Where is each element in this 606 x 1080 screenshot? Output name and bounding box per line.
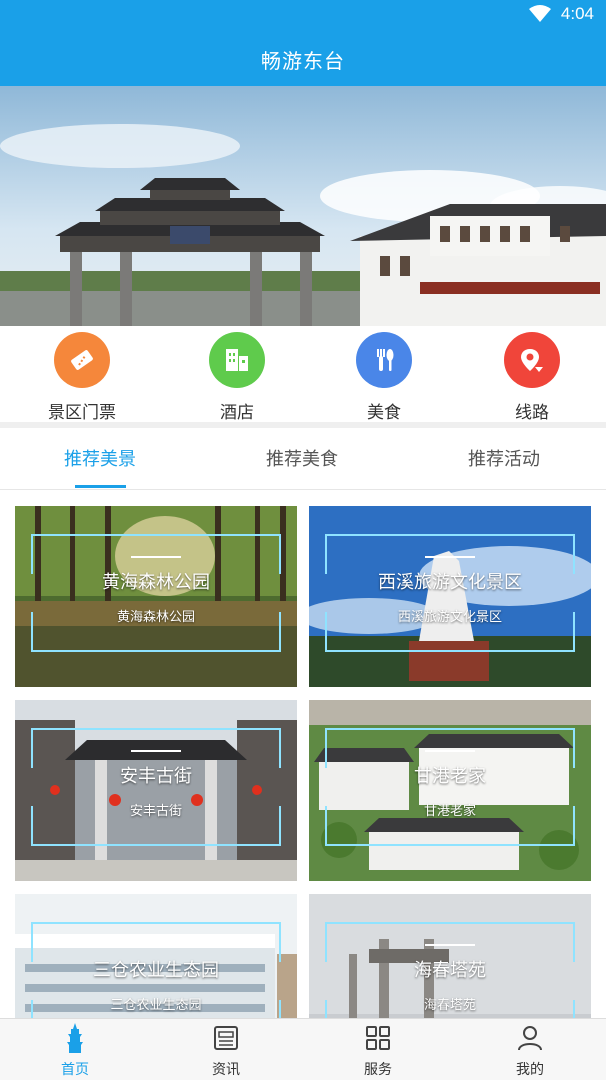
card-subtitle: 甘港老家	[423, 804, 476, 819]
route-pin-icon	[504, 332, 560, 388]
quick-item-label: 酒店	[220, 403, 254, 423]
card-subtitle: 西溪旅游文化景区	[397, 610, 502, 625]
fork-spoon-icon	[356, 332, 412, 388]
tab-scenery[interactable]: 推荐美景	[30, 445, 170, 471]
nav-label: 服务	[364, 1062, 392, 1078]
nav-profile[interactable]: 我的	[480, 1023, 580, 1079]
building-icon	[209, 332, 265, 388]
scenery-card[interactable]: 甘港老家 甘港老家	[309, 700, 591, 881]
tab-active-indicator	[75, 485, 126, 488]
card-title: 黄海森林公园	[102, 572, 210, 593]
page-title: 畅游东台	[261, 48, 345, 73]
wifi-icon	[528, 5, 551, 22]
card-subtitle: 海春塔苑	[423, 998, 476, 1013]
pagoda-icon	[25, 1023, 125, 1053]
news-icon	[176, 1023, 276, 1053]
nav-news[interactable]: 资讯	[176, 1023, 276, 1079]
quick-item-label: 美食	[367, 403, 401, 423]
ticket-icon	[54, 332, 110, 388]
card-subtitle: 安丰古街	[129, 804, 182, 819]
app-title-bar: 畅游东台	[0, 32, 606, 86]
card-subtitle: 三仓农业生态园	[110, 998, 202, 1013]
nav-label: 我的	[516, 1062, 544, 1078]
status-time: 4:04	[560, 4, 594, 23]
card-title-line	[425, 944, 475, 946]
grid-icon	[328, 1023, 428, 1053]
card-title-line	[131, 750, 181, 752]
scenery-card[interactable]: 海春塔苑 海春塔苑	[309, 894, 591, 1018]
bottom-nav: 首页 资讯 服务 我的	[0, 1018, 606, 1080]
quick-menu: 景区门票 酒店 美食 线路	[0, 326, 606, 423]
card-title-line	[131, 944, 181, 946]
banner-image	[0, 86, 606, 326]
quick-item-food[interactable]: 美食	[324, 332, 444, 423]
quick-item-label: 景区门票	[48, 403, 116, 423]
tab-food[interactable]: 推荐美食	[232, 445, 372, 471]
scenery-card[interactable]: 西溪旅游文化景区 西溪旅游文化景区	[309, 506, 591, 687]
status-bar: 4:04	[0, 0, 606, 32]
card-title-line	[425, 750, 475, 752]
scenery-card[interactable]: 三仓农业生态园 三仓农业生态园	[15, 894, 297, 1018]
card-subtitle: 黄海森林公园	[116, 610, 195, 625]
nav-services[interactable]: 服务	[328, 1023, 428, 1079]
tab-activities[interactable]: 推荐活动	[434, 445, 574, 471]
card-title: 甘港老家	[414, 766, 486, 787]
user-icon	[480, 1023, 580, 1053]
card-title-line	[131, 556, 181, 558]
card-title: 海春塔苑	[414, 960, 486, 981]
quick-item-tickets[interactable]: 景区门票	[22, 332, 142, 423]
scenery-card[interactable]: 安丰古街 安丰古街	[15, 700, 297, 881]
nav-label: 资讯	[212, 1062, 240, 1078]
card-title: 三仓农业生态园	[93, 960, 219, 981]
scenery-card[interactable]: 黄海森林公园 黄海森林公园	[15, 506, 297, 687]
scenery-grid: 黄海森林公园 黄海森林公园 西溪旅游文化景区 西溪旅游文化景区 安丰古街 安丰古…	[0, 490, 606, 1018]
card-title: 西溪旅游文化景区	[378, 572, 522, 593]
hero-banner[interactable]	[0, 86, 606, 326]
nav-label: 首页	[61, 1062, 89, 1078]
quick-item-route[interactable]: 线路	[472, 332, 592, 423]
card-title-line	[425, 556, 475, 558]
quick-item-label: 线路	[515, 403, 549, 423]
quick-item-hotel[interactable]: 酒店	[177, 332, 297, 423]
recommend-tabs: 推荐美景 推荐美食 推荐活动	[0, 428, 606, 490]
nav-home[interactable]: 首页	[25, 1023, 125, 1079]
card-title: 安丰古街	[120, 766, 192, 787]
